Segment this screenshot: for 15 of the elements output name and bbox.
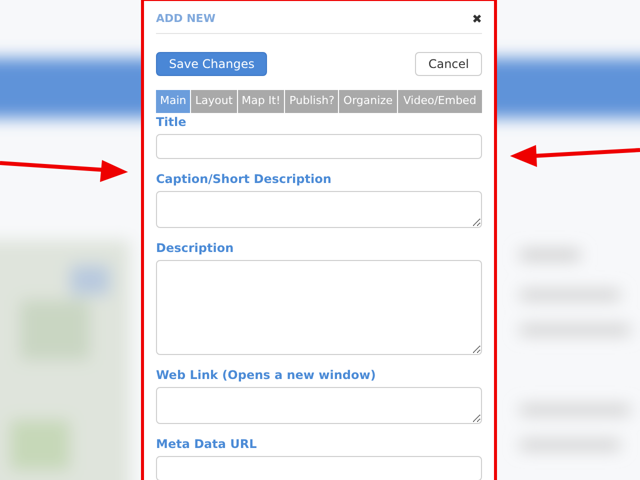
tab[interactable]: Layout: [191, 90, 237, 112]
tab[interactable]: Organize: [339, 90, 397, 112]
field-label: Title: [156, 114, 188, 130]
field-label: Caption/Short Description: [156, 172, 332, 186]
tab[interactable]: Publish?: [285, 90, 338, 112]
dialog-title: ADD NEW: [156, 11, 216, 27]
field-label: Description: [156, 240, 235, 256]
tab[interactable]: Map It!: [238, 90, 284, 112]
save-button[interactable]: Save Changes: [156, 52, 268, 76]
tab[interactable]: Video/Embed: [398, 90, 482, 112]
cancel-button[interactable]: Cancel: [415, 52, 482, 76]
field-label: Web Link (Opens a new window): [156, 368, 377, 382]
close-button[interactable]: ✖: [472, 13, 482, 26]
field-label: Meta Data URL: [156, 436, 258, 452]
tab[interactable]: Main: [156, 90, 190, 112]
